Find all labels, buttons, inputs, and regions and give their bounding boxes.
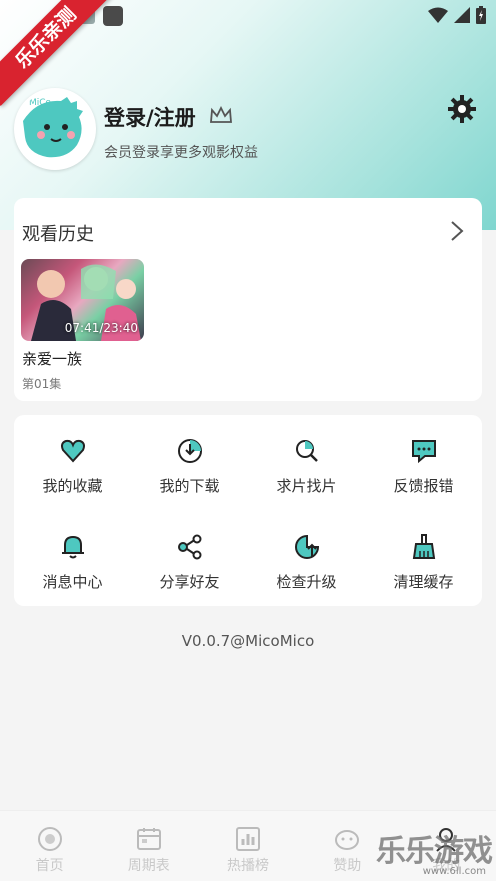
dinosaur-mascot-icon: MiCo [23, 97, 83, 158]
app-notification-icon [103, 6, 123, 26]
crown-icon [210, 106, 232, 123]
avatar[interactable]: MiCo [14, 88, 96, 170]
tab-home-label: 首页 [35, 858, 64, 874]
signal-icon [454, 7, 470, 23]
tab-home[interactable]: 首页 [0, 811, 99, 881]
broom-icon [412, 534, 435, 559]
share-label: 分享好友 [159, 573, 220, 591]
tab-sponsor-label: 赞助 [333, 858, 362, 874]
calendar-icon [136, 828, 161, 850]
feedback-icon [411, 440, 436, 464]
battery-icon [476, 6, 486, 24]
menu-card: 我的收藏 我的下载 求片找片 反馈报错 消息中心 分享好友 检查升级 清理缓存 [14, 415, 482, 606]
avatar-text: MiCo [29, 98, 52, 108]
messages-button[interactable]: 消息中心 [14, 511, 131, 606]
favorites-label: 我的收藏 [42, 477, 103, 495]
clear-cache-label: 清理缓存 [393, 573, 454, 591]
login-subtitle: 会员登录享更多观影权益 [104, 145, 258, 161]
feedback-label: 反馈报错 [393, 477, 454, 495]
history-thumbnail[interactable]: 07:41/23:40 [21, 259, 144, 341]
share-button[interactable]: 分享好友 [131, 511, 248, 606]
tab-ranking[interactable]: 热播榜 [198, 811, 297, 881]
login-register-link[interactable]: 登录/注册 [104, 102, 196, 132]
tab-ranking-label: 热播榜 [227, 858, 269, 874]
check-update-label: 检查升级 [276, 573, 337, 591]
chart-icon [236, 827, 260, 851]
sponsor-icon [335, 830, 360, 850]
chevron-right-icon[interactable] [450, 220, 464, 242]
messages-label: 消息中心 [42, 573, 103, 591]
tab-schedule-label: 周期表 [127, 858, 170, 874]
history-title: 观看历史 [22, 224, 94, 245]
clear-cache-button[interactable]: 清理缓存 [365, 511, 482, 606]
tab-schedule[interactable]: 周期表 [99, 811, 198, 881]
downloads-label: 我的下载 [159, 477, 220, 495]
status-icons [428, 6, 486, 24]
version-text: V0.0.7@MicoMico [181, 632, 315, 650]
upgrade-icon [294, 534, 319, 559]
heart-icon [60, 439, 85, 463]
watermark-url: www.6ll.com [422, 866, 486, 877]
downloads-button[interactable]: 我的下载 [131, 415, 248, 511]
history-card: 观看历史 07:41/23:40 亲爱一族 第01集 [14, 198, 482, 401]
history-episode: 第01集 [22, 377, 62, 391]
gear-icon[interactable] [447, 94, 477, 124]
favorites-button[interactable]: 我的收藏 [14, 415, 131, 511]
share-icon [177, 534, 201, 560]
search-movie-icon [295, 440, 318, 462]
feedback-button[interactable]: 反馈报错 [365, 415, 482, 511]
history-show-title[interactable]: 亲爱一族 [22, 348, 82, 369]
home-icon [37, 827, 62, 851]
request-movie-label: 求片找片 [276, 477, 337, 495]
history-progress-time: 07:41/23:40 [64, 321, 138, 335]
download-icon [177, 439, 202, 463]
bell-icon [61, 535, 84, 559]
check-update-button[interactable]: 检查升级 [248, 511, 365, 606]
wifi-icon [428, 7, 448, 23]
request-movie-button[interactable]: 求片找片 [248, 415, 365, 511]
watermark-logo: 乐乐游戏 [376, 834, 493, 869]
